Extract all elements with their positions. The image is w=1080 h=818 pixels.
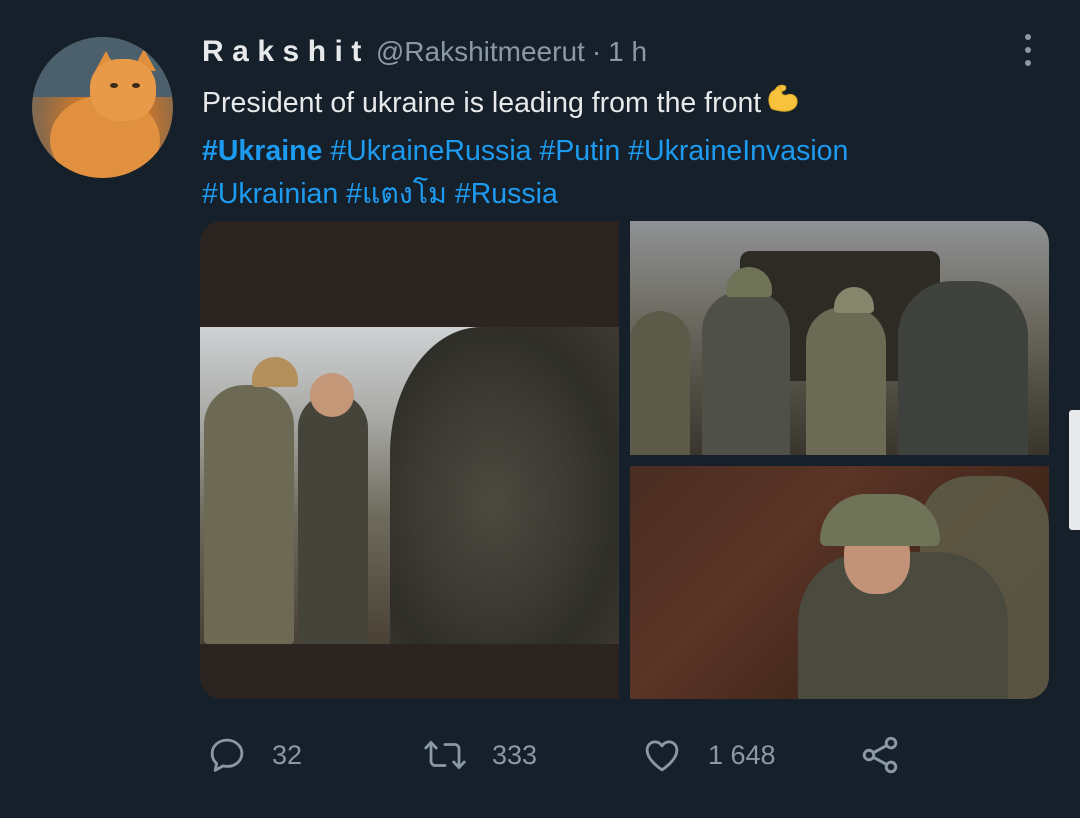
avatar-cat-eye bbox=[110, 83, 118, 88]
photo-figure bbox=[630, 311, 690, 455]
hashtag-russia[interactable]: #Russia bbox=[455, 178, 558, 210]
flexed-biceps-emoji bbox=[763, 78, 801, 130]
hashtag-ukraineinvasion[interactable]: #UkraineInvasion bbox=[628, 135, 848, 167]
photo-figure bbox=[806, 307, 886, 455]
retweet-button[interactable]: 333 bbox=[422, 720, 537, 790]
photo-figure bbox=[204, 385, 294, 644]
photo-helmet bbox=[252, 357, 298, 387]
photo-helmet bbox=[820, 494, 940, 546]
hashtag-line: #Ukrainian #แตงโม #Russia bbox=[202, 173, 1042, 217]
avatar-cat-eye bbox=[132, 83, 140, 88]
scrollbar-thumb[interactable] bbox=[1069, 410, 1080, 530]
photo-blurred-figure bbox=[390, 327, 619, 644]
action-bar: 32 333 1 648 bbox=[0, 720, 1080, 790]
tweet[interactable]: Rakshit @Rakshitmeerut · 1 h President o… bbox=[0, 0, 1080, 818]
share-icon bbox=[862, 736, 898, 774]
media-image-2[interactable] bbox=[630, 221, 1049, 455]
media-grid bbox=[200, 221, 1049, 699]
tweet-text: President of ukraine is leading from the… bbox=[202, 78, 1042, 217]
tweet-text-line: President of ukraine is leading from the… bbox=[202, 78, 1042, 130]
hashtag-thai[interactable]: #แตงโม bbox=[346, 178, 447, 210]
hashtag-ukrainian[interactable]: #Ukrainian bbox=[202, 178, 338, 210]
hashtag-ukrainerussia[interactable]: #UkraineRussia bbox=[330, 135, 531, 167]
retweet-icon bbox=[424, 741, 466, 769]
more-dot bbox=[1025, 47, 1031, 53]
more-dot bbox=[1025, 60, 1031, 66]
media-image-3[interactable] bbox=[630, 466, 1049, 699]
tweet-body: President of ukraine is leading from the… bbox=[202, 87, 762, 119]
like-button[interactable]: 1 648 bbox=[640, 720, 776, 790]
tweet-header: Rakshit @Rakshitmeerut · 1 h bbox=[202, 30, 647, 74]
separator-dot: · bbox=[591, 36, 602, 67]
display-name[interactable]: Rakshit bbox=[202, 35, 370, 69]
heart-icon bbox=[645, 740, 679, 772]
photo-figure bbox=[898, 281, 1028, 455]
timestamp[interactable]: 1 h bbox=[608, 36, 647, 68]
more-vertical-icon[interactable] bbox=[1014, 32, 1042, 68]
share-button[interactable] bbox=[858, 720, 902, 790]
reply-count: 32 bbox=[272, 739, 303, 770]
photo-figure bbox=[298, 393, 368, 644]
more-dot bbox=[1025, 34, 1031, 40]
like-count: 1 648 bbox=[708, 739, 776, 770]
user-handle[interactable]: @Rakshitmeerut bbox=[376, 36, 585, 68]
reply-button[interactable]: 32 bbox=[206, 720, 302, 790]
hashtag-line: #Ukraine #UkraineRussia #Putin #UkraineI… bbox=[202, 130, 1042, 174]
media-image-1[interactable] bbox=[200, 221, 619, 699]
retweet-count: 333 bbox=[492, 739, 538, 770]
avatar[interactable] bbox=[32, 37, 173, 178]
hashtag-putin[interactable]: #Putin bbox=[539, 135, 620, 167]
avatar-cat-head bbox=[90, 59, 156, 121]
reply-icon bbox=[210, 738, 244, 772]
photo-figure bbox=[702, 291, 790, 455]
photo-soldiers-walking bbox=[200, 327, 619, 644]
hashtag-ukraine[interactable]: #Ukraine bbox=[202, 135, 322, 167]
photo-face bbox=[310, 373, 354, 417]
